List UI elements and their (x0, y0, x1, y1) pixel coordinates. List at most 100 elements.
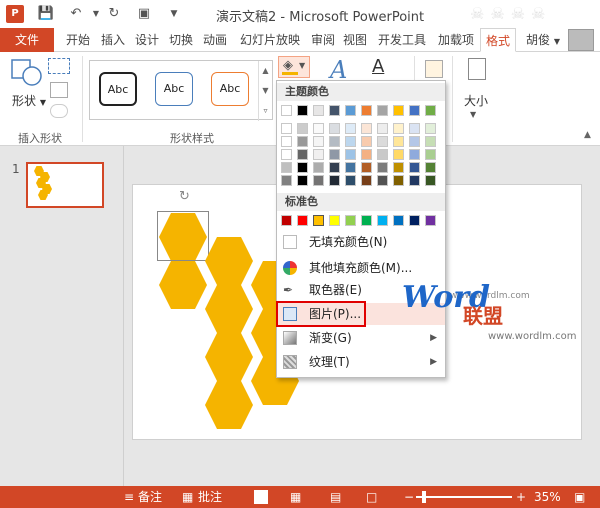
rotate-handle-icon[interactable]: ↻ (179, 189, 190, 204)
tab-review[interactable]: 审阅 (308, 28, 338, 52)
theme-color-shade-swatch[interactable] (377, 175, 388, 186)
tab-slideshow[interactable]: 幻灯片放映 (234, 28, 306, 52)
gradient-item[interactable]: 渐变(G) ▶ (277, 327, 445, 349)
theme-color-shade-swatch[interactable] (425, 136, 436, 147)
undo-dropdown-icon[interactable]: ▼ (86, 4, 106, 24)
tab-developer[interactable]: 开发工具 (374, 28, 430, 52)
theme-color-shade-swatch[interactable] (297, 123, 308, 134)
theme-color-shade-swatch[interactable] (361, 162, 372, 173)
slideshow-view-icon[interactable]: □ (366, 486, 377, 508)
shapes-icon[interactable] (10, 58, 44, 88)
zoom-level[interactable]: 35% (534, 486, 561, 508)
theme-color-shade-swatch[interactable] (281, 162, 292, 173)
theme-color-shade-swatch[interactable] (409, 149, 420, 160)
theme-color-shade-swatch[interactable] (409, 136, 420, 147)
size-label[interactable]: 大小 (464, 92, 488, 109)
theme-color-shade-swatch[interactable] (361, 149, 372, 160)
theme-color-shade-swatch[interactable] (377, 136, 388, 147)
redo-icon[interactable]: ↻ (104, 4, 124, 24)
slideshow-icon[interactable]: ▣ (134, 4, 154, 24)
theme-color-swatch[interactable] (313, 105, 324, 116)
theme-color-shade-swatch[interactable] (361, 123, 372, 134)
theme-color-shade-swatch[interactable] (297, 162, 308, 173)
theme-color-shade-swatch[interactable] (281, 123, 292, 134)
theme-color-shade-swatch[interactable] (313, 149, 324, 160)
theme-color-shade-swatch[interactable] (393, 136, 404, 147)
style-preset-3[interactable]: Abc (211, 72, 249, 106)
theme-color-swatch[interactable] (345, 105, 356, 116)
theme-color-shade-swatch[interactable] (377, 162, 388, 173)
merge-shapes-icon[interactable] (50, 104, 68, 118)
standard-color-swatch[interactable] (361, 215, 372, 226)
shape-button[interactable]: 形状 ▼ (12, 92, 46, 109)
theme-color-shade-swatch[interactable] (409, 123, 420, 134)
zoom-in-icon[interactable]: + (516, 486, 526, 508)
standard-color-swatch[interactable] (409, 215, 420, 226)
theme-color-swatch[interactable] (329, 105, 340, 116)
comments-button[interactable]: 批注 (198, 486, 222, 508)
theme-color-shade-swatch[interactable] (425, 175, 436, 186)
theme-color-shade-swatch[interactable] (329, 136, 340, 147)
textbox-icon[interactable] (50, 82, 68, 98)
more-fill-colors-item[interactable]: 其他填充颜色(M)... (277, 257, 445, 279)
gallery-down-icon[interactable]: ▼ (258, 81, 272, 101)
theme-color-shade-swatch[interactable] (345, 175, 356, 186)
slide-thumbnail[interactable] (26, 162, 104, 208)
tab-format[interactable]: 格式 (480, 28, 516, 52)
gallery-up-icon[interactable]: ▲ (258, 61, 272, 81)
theme-color-shade-swatch[interactable] (361, 136, 372, 147)
theme-color-shade-swatch[interactable] (345, 149, 356, 160)
theme-color-shade-swatch[interactable] (393, 149, 404, 160)
theme-color-swatch[interactable] (425, 105, 436, 116)
zoom-slider-track[interactable] (416, 496, 512, 498)
customize-qat-icon[interactable]: ▼ (164, 4, 184, 24)
standard-color-swatch[interactable] (329, 215, 340, 226)
theme-color-shade-swatch[interactable] (425, 149, 436, 160)
tab-insert[interactable]: 插入 (98, 28, 128, 52)
theme-color-swatch[interactable] (393, 105, 404, 116)
theme-color-shade-swatch[interactable] (345, 123, 356, 134)
theme-color-shade-swatch[interactable] (281, 175, 292, 186)
undo-icon[interactable]: ↶ (66, 4, 86, 24)
notes-button[interactable]: 备注 (138, 486, 162, 508)
zoom-out-icon[interactable]: − (404, 486, 414, 508)
text-fill-icon[interactable]: A (372, 56, 384, 77)
theme-color-shade-swatch[interactable] (361, 175, 372, 186)
slide-sorter-icon[interactable]: ▦ (290, 486, 301, 508)
standard-color-swatch[interactable] (377, 215, 388, 226)
theme-color-shade-swatch[interactable] (409, 162, 420, 173)
fit-to-window-icon[interactable]: ▣ (574, 486, 585, 508)
hexagon-shape[interactable] (205, 237, 253, 285)
theme-color-shade-swatch[interactable] (329, 123, 340, 134)
theme-color-swatch[interactable] (409, 105, 420, 116)
theme-color-shade-swatch[interactable] (393, 175, 404, 186)
theme-color-shade-swatch[interactable] (297, 136, 308, 147)
theme-color-shade-swatch[interactable] (281, 136, 292, 147)
tab-animations[interactable]: 动画 (200, 28, 230, 52)
standard-color-swatch[interactable] (393, 215, 404, 226)
standard-color-swatch[interactable] (281, 215, 292, 226)
collapse-ribbon-icon[interactable]: ▲ (584, 130, 591, 140)
style-preset-2[interactable]: Abc (155, 72, 193, 106)
tab-design[interactable]: 设计 (132, 28, 162, 52)
theme-color-shade-swatch[interactable] (345, 162, 356, 173)
theme-color-shade-swatch[interactable] (377, 123, 388, 134)
theme-color-shade-swatch[interactable] (425, 123, 436, 134)
user-name[interactable]: 胡俊 ▼ (526, 31, 560, 48)
edit-shape-icon[interactable] (48, 58, 70, 74)
standard-color-swatch[interactable] (297, 215, 308, 226)
style-preset-1[interactable]: Abc (99, 72, 137, 106)
theme-color-swatch[interactable] (377, 105, 388, 116)
normal-view-icon[interactable] (254, 490, 268, 504)
theme-color-shade-swatch[interactable] (393, 123, 404, 134)
hexagon-shape[interactable] (205, 285, 253, 333)
texture-item[interactable]: 纹理(T) ▶ (277, 351, 445, 373)
hexagon-shape[interactable] (205, 333, 253, 381)
size-icon[interactable] (468, 58, 486, 80)
theme-color-swatch[interactable] (297, 105, 308, 116)
standard-color-swatch[interactable] (345, 215, 356, 226)
tab-addins[interactable]: 加载项 (434, 28, 478, 52)
theme-color-shade-swatch[interactable] (393, 162, 404, 173)
theme-color-shade-swatch[interactable] (313, 123, 324, 134)
theme-color-shade-swatch[interactable] (297, 149, 308, 160)
